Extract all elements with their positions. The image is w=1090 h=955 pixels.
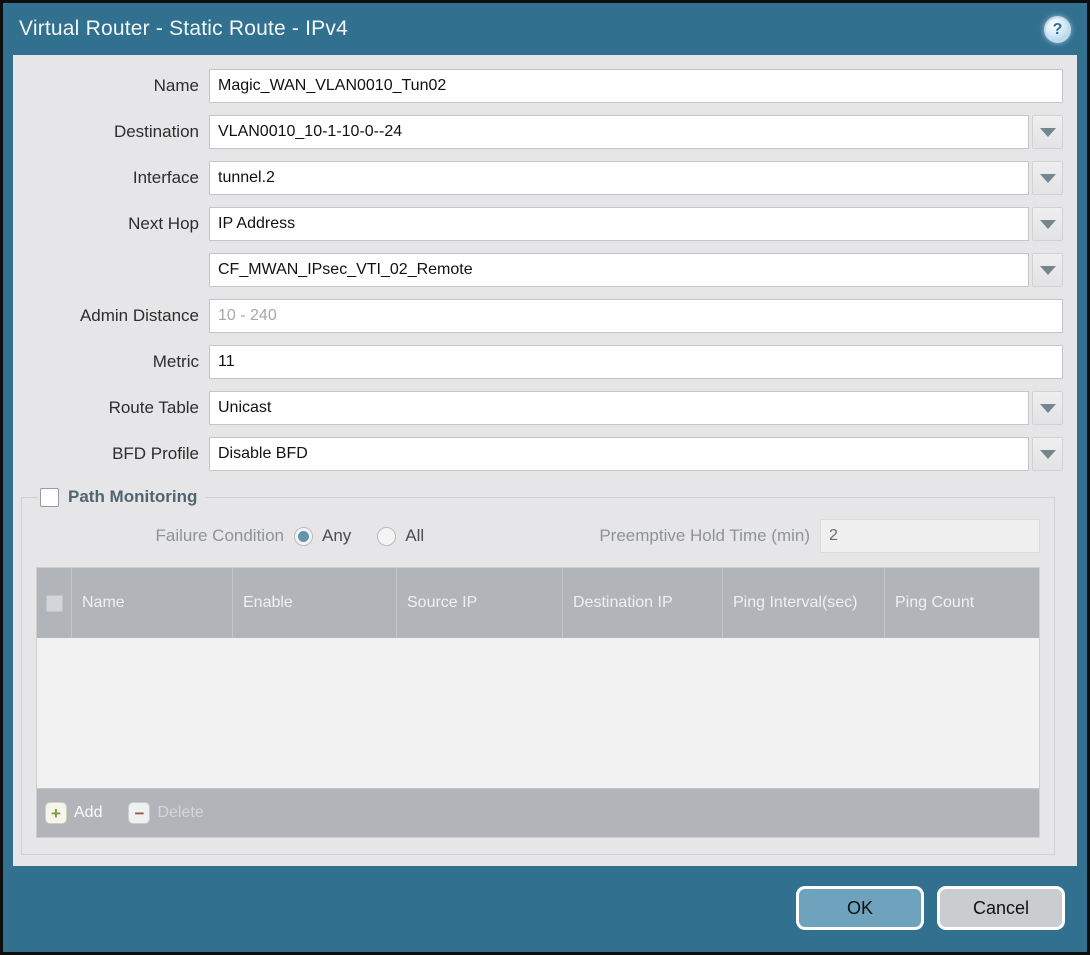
- minus-icon: −: [128, 802, 150, 824]
- path-monitoring-section: Path Monitoring Failure Condition Any Al…: [21, 487, 1055, 855]
- route-table-label: Route Table: [13, 398, 209, 418]
- select-all-checkbox: [46, 595, 63, 612]
- table-body-empty: [37, 638, 1039, 788]
- admin-distance-label: Admin Distance: [13, 306, 209, 326]
- failure-condition-label: Failure Condition: [36, 526, 294, 546]
- failure-condition-radio-any[interactable]: Any: [294, 526, 351, 546]
- interface-dropdown-button[interactable]: [1032, 161, 1063, 195]
- metric-row: Metric: [13, 345, 1063, 379]
- path-monitoring-legend: Path Monitoring: [38, 487, 205, 507]
- next-hop-type-dropdown-button[interactable]: [1032, 207, 1063, 241]
- column-header-source-ip: Source IP: [396, 568, 562, 638]
- next-hop-address-row: [13, 253, 1063, 287]
- next-hop-address-input[interactable]: [209, 253, 1029, 287]
- ok-button[interactable]: OK: [796, 886, 924, 930]
- name-row: Name: [13, 69, 1063, 103]
- next-hop-row: Next Hop: [13, 207, 1063, 241]
- add-button[interactable]: + Add: [45, 802, 102, 824]
- metric-label: Metric: [13, 352, 209, 372]
- chevron-down-icon: [1040, 266, 1056, 275]
- metric-input[interactable]: [209, 345, 1063, 379]
- cancel-button[interactable]: Cancel: [937, 886, 1065, 930]
- delete-button-label: Delete: [157, 804, 203, 822]
- admin-distance-input[interactable]: [209, 299, 1063, 333]
- bfd-profile-dropdown-button[interactable]: [1032, 437, 1063, 471]
- name-input[interactable]: [209, 69, 1063, 103]
- plus-icon: +: [45, 802, 67, 824]
- name-label: Name: [13, 76, 209, 96]
- chevron-down-icon: [1040, 174, 1056, 183]
- path-monitoring-title: Path Monitoring: [68, 487, 197, 507]
- chevron-down-icon: [1040, 220, 1056, 229]
- interface-row: Interface: [13, 161, 1063, 195]
- add-button-label: Add: [74, 804, 102, 822]
- static-route-dialog: Virtual Router - Static Route - IPv4 ? N…: [0, 0, 1090, 955]
- destination-label: Destination: [13, 122, 209, 142]
- table-toolbar: + Add − Delete: [37, 788, 1039, 837]
- bfd-profile-input[interactable]: [209, 437, 1029, 471]
- failure-condition-radio-all[interactable]: All: [377, 526, 424, 546]
- table-header-row: Name Enable Source IP Destination IP Pin…: [37, 568, 1039, 638]
- admin-distance-row: Admin Distance: [13, 299, 1063, 333]
- bfd-profile-row: BFD Profile: [13, 437, 1063, 471]
- preemptive-hold-time-group: Preemptive Hold Time (min): [599, 519, 1040, 553]
- select-all-cell: [37, 568, 71, 638]
- delete-button[interactable]: − Delete: [128, 802, 203, 824]
- column-header-destination-ip: Destination IP: [562, 568, 722, 638]
- next-hop-address-dropdown-button[interactable]: [1032, 253, 1063, 287]
- route-table-dropdown-button[interactable]: [1032, 391, 1063, 425]
- interface-input[interactable]: [209, 161, 1029, 195]
- interface-label: Interface: [13, 168, 209, 188]
- failure-condition-row: Failure Condition Any All Preemptive Hol…: [36, 519, 1040, 553]
- preemptive-hold-time-input: [820, 519, 1040, 553]
- destination-dropdown-button[interactable]: [1032, 115, 1063, 149]
- next-hop-label: Next Hop: [13, 214, 209, 234]
- path-monitoring-table: Name Enable Source IP Destination IP Pin…: [36, 567, 1040, 838]
- preemptive-hold-time-label: Preemptive Hold Time (min): [599, 526, 820, 546]
- question-mark-glyph: ?: [1053, 21, 1063, 39]
- column-header-enable: Enable: [232, 568, 396, 638]
- destination-row: Destination: [13, 115, 1063, 149]
- chevron-down-icon: [1040, 404, 1056, 413]
- dialog-title: Virtual Router - Static Route - IPv4: [19, 17, 348, 41]
- bfd-profile-label: BFD Profile: [13, 444, 209, 464]
- dialog-titlebar: Virtual Router - Static Route - IPv4 ?: [3, 3, 1087, 55]
- column-header-name: Name: [71, 568, 232, 638]
- destination-input[interactable]: [209, 115, 1029, 149]
- help-icon[interactable]: ?: [1044, 16, 1071, 43]
- radio-any-label: Any: [322, 526, 351, 546]
- path-monitoring-checkbox[interactable]: [40, 488, 59, 507]
- radio-icon: [377, 527, 396, 546]
- column-header-ping-interval: Ping Interval(sec): [722, 568, 884, 638]
- dialog-content: Name Destination Interface: [13, 55, 1077, 866]
- radio-icon: [294, 527, 313, 546]
- chevron-down-icon: [1040, 450, 1056, 459]
- radio-all-label: All: [405, 526, 424, 546]
- column-header-ping-count: Ping Count: [884, 568, 1039, 638]
- dialog-footer: OK Cancel: [796, 886, 1065, 930]
- route-table-row: Route Table: [13, 391, 1063, 425]
- chevron-down-icon: [1040, 128, 1056, 137]
- route-table-input[interactable]: [209, 391, 1029, 425]
- next-hop-type-input[interactable]: [209, 207, 1029, 241]
